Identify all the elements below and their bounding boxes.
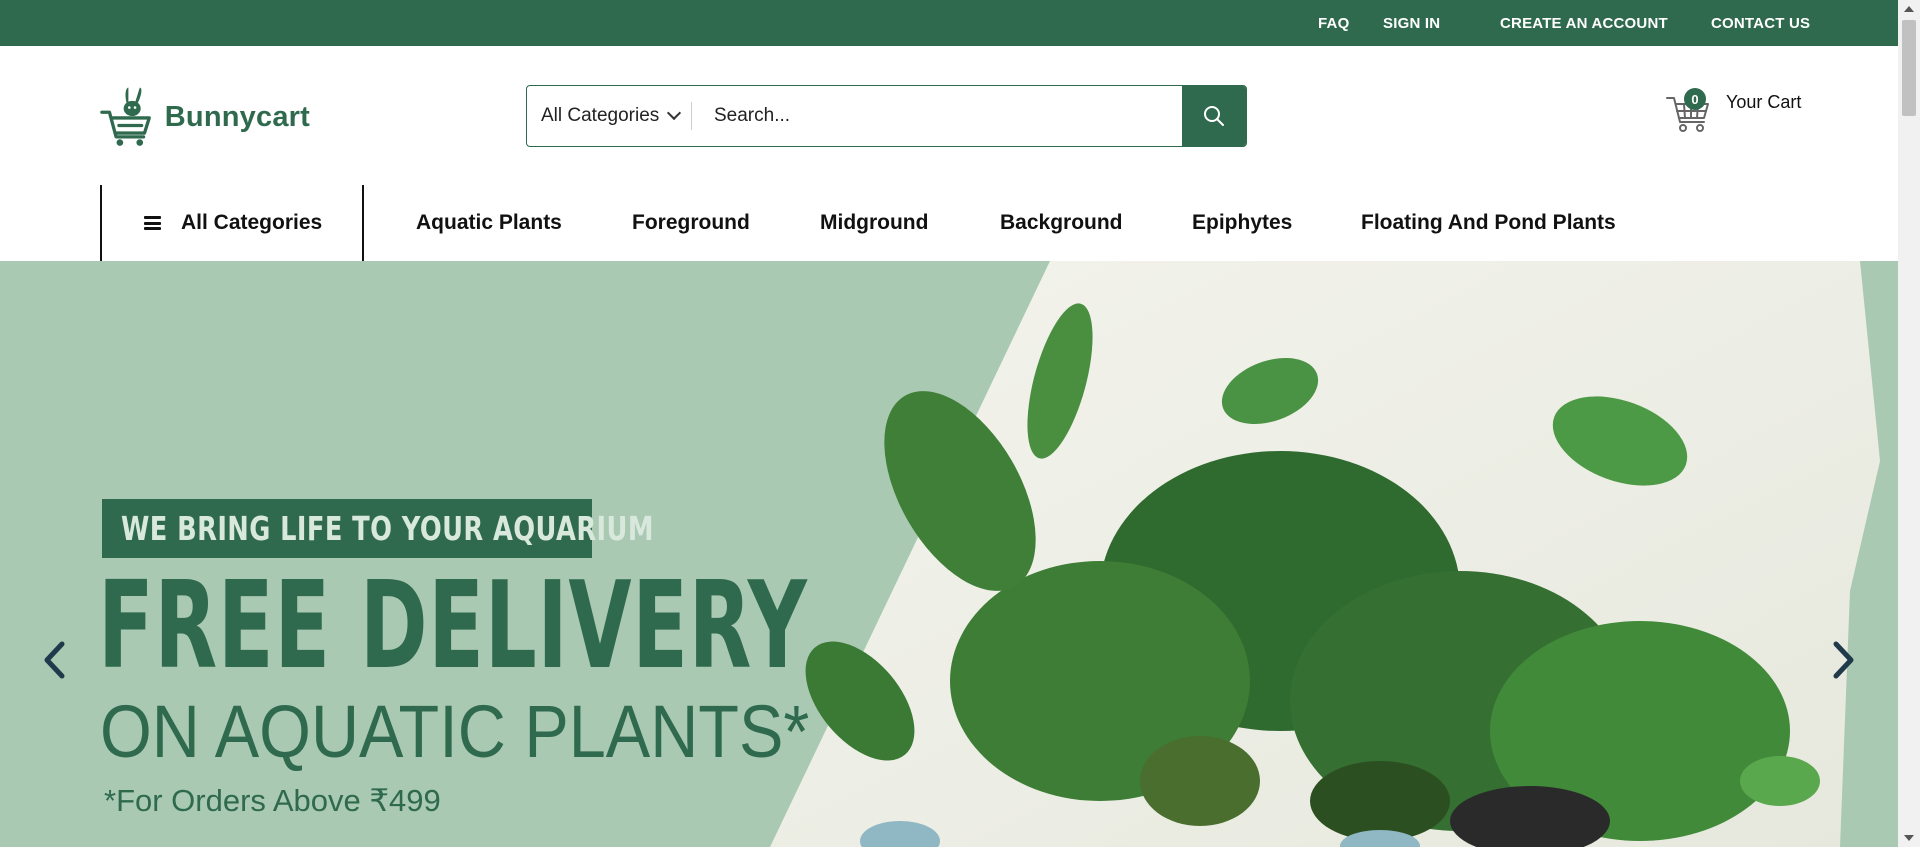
top-bar: FAQ SIGN IN CREATE AN ACCOUNT CONTACT US	[0, 0, 1898, 46]
cart-count-badge: 0	[1684, 88, 1706, 110]
hero-tagline: WE BRING LIFE TO YOUR AQUARIUM	[102, 499, 653, 558]
scroll-down-arrow-icon[interactable]	[1904, 835, 1914, 841]
brand-name: Bunnycart	[164, 100, 310, 133]
faq-link[interactable]: FAQ	[1318, 15, 1349, 32]
cart-button[interactable]: 0 Your Cart	[1666, 86, 1806, 136]
chevron-down-icon	[667, 105, 682, 121]
carousel-prev-button[interactable]	[34, 635, 74, 685]
search-button[interactable]	[1182, 86, 1246, 146]
carousel-next-button[interactable]	[1824, 635, 1864, 685]
cart-label: Your Cart	[1726, 92, 1802, 112]
nav-item-background[interactable]: Background	[1000, 211, 1123, 235]
chevron-right-icon	[1833, 641, 1854, 679]
contact-us-link[interactable]: CONTACT US	[1711, 15, 1810, 32]
search-input[interactable]	[692, 86, 1182, 146]
category-select[interactable]: All Categories	[527, 86, 692, 146]
hero-note: *For Orders Above ₹499	[104, 783, 441, 818]
hero-banner[interactable]: WE BRING LIFE TO YOUR AQUARIUM FREE DELI…	[0, 261, 1898, 847]
search-icon	[1204, 106, 1224, 126]
all-categories-menu[interactable]: All Categories	[100, 185, 364, 261]
hero-subline: ON AQUATIC PLANTS*	[100, 690, 810, 773]
create-account-link[interactable]: CREATE AN ACCOUNT	[1500, 15, 1668, 32]
search-bar: All Categories	[526, 85, 1247, 147]
bunny-cart-icon	[100, 87, 151, 146]
nav-item-midground[interactable]: Midground	[820, 211, 928, 235]
all-categories-label: All Categories	[181, 211, 323, 234]
brand-logo[interactable]: Bunnycart	[100, 82, 310, 152]
page-scrollbar[interactable]	[1898, 0, 1920, 847]
sign-in-link[interactable]: SIGN IN	[1383, 15, 1440, 32]
hero-headline: FREE DELIVERY	[98, 557, 808, 696]
chevron-left-icon	[44, 641, 65, 679]
nav-item-epiphytes[interactable]: Epiphytes	[1192, 211, 1292, 235]
nav-item-foreground[interactable]: Foreground	[632, 211, 750, 235]
hamburger-icon	[144, 216, 161, 230]
nav-item-aquatic-plants[interactable]: Aquatic Plants	[416, 211, 562, 235]
nav-item-floating-and-pond-plants[interactable]: Floating And Pond Plants	[1361, 211, 1616, 235]
category-select-label: All Categories	[541, 105, 660, 126]
scroll-thumb[interactable]	[1902, 20, 1916, 116]
scroll-up-arrow-icon[interactable]	[1904, 6, 1914, 12]
